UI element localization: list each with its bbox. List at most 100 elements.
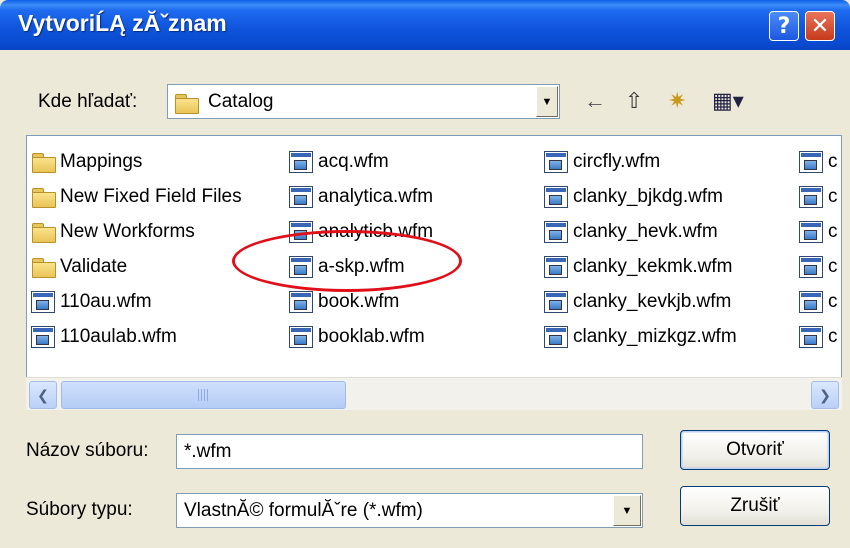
list-item[interactable]: a-skp.wfm	[289, 249, 433, 284]
scroll-left-icon[interactable]: ❮	[29, 381, 57, 409]
list-item[interactable]: clanky_kevkjb.wfm	[544, 284, 737, 319]
title-bar: VytvoriĹĄ zĂˇznam ? ✕	[0, 0, 850, 50]
list-item[interactable]: New Workforms	[31, 214, 242, 249]
folder-icon	[31, 151, 56, 173]
file-column-3: circfly.wfm clanky_bjkdg.wfm clanky_hevk.w…	[544, 144, 737, 354]
list-item-label: analytica.wfm	[318, 185, 434, 207]
list-item[interactable]: c	[799, 249, 838, 284]
form-file-icon	[31, 290, 55, 313]
close-button[interactable]: ✕	[805, 11, 835, 41]
file-type-value: VlastnĂ© formulĂˇre (*.wfm)	[184, 500, 423, 521]
folder-icon	[174, 92, 200, 114]
list-item[interactable]: c	[799, 284, 838, 319]
list-item[interactable]: acq.wfm	[289, 144, 433, 179]
list-item-label: acq.wfm	[318, 150, 389, 172]
form-file-icon	[289, 220, 313, 243]
form-file-icon	[289, 185, 313, 208]
horizontal-scrollbar[interactable]: ❮ ❯	[26, 377, 842, 410]
list-item[interactable]: c	[799, 319, 838, 354]
list-item-label: c	[828, 185, 838, 207]
list-item[interactable]: 110au.wfm	[31, 284, 242, 319]
cancel-button[interactable]: Zrušiť	[680, 486, 830, 526]
open-button[interactable]: Otvoriť	[680, 430, 830, 470]
look-in-value: Catalog	[208, 91, 274, 112]
list-item[interactable]: clanky_bjkdg.wfm	[544, 179, 737, 214]
up-folder-icon[interactable]: ⇧	[625, 88, 643, 114]
folder-icon	[31, 221, 56, 243]
list-item-label: analyticb.wfm	[318, 220, 434, 242]
list-item[interactable]: clanky_hevk.wfm	[544, 214, 737, 249]
form-file-icon	[289, 150, 313, 173]
list-item-label: clanky_mizkgz.wfm	[573, 325, 737, 347]
form-file-icon	[799, 290, 823, 313]
new-folder-icon[interactable]: ✷	[668, 88, 686, 114]
file-name-label: Názov súboru:	[26, 440, 149, 461]
form-file-icon	[799, 220, 823, 243]
form-file-icon	[799, 185, 823, 208]
list-item[interactable]: Validate	[31, 249, 242, 284]
list-item-label: c	[828, 220, 838, 242]
file-column-4: cccccc	[799, 144, 838, 354]
list-item-label: circfly.wfm	[573, 150, 661, 172]
list-item-label: 110au.wfm	[60, 290, 152, 312]
form-file-icon	[544, 150, 568, 173]
form-file-icon	[289, 255, 313, 278]
list-item[interactable]: analytica.wfm	[289, 179, 433, 214]
list-item-label: clanky_kekmk.wfm	[573, 255, 733, 277]
list-item[interactable]: clanky_kekmk.wfm	[544, 249, 737, 284]
list-item-label: c	[828, 255, 838, 277]
form-file-icon	[289, 325, 313, 348]
file-name-value: *.wfm	[184, 441, 232, 462]
form-file-icon	[544, 255, 568, 278]
list-item[interactable]: book.wfm	[289, 284, 433, 319]
window-title: VytvoriĹĄ zĂˇznam	[18, 10, 227, 36]
form-file-icon	[799, 255, 823, 278]
file-list[interactable]: Mappings New Fixed Field Files New Workfor…	[26, 135, 842, 410]
form-file-icon	[544, 325, 568, 348]
list-item-label: c	[828, 290, 838, 312]
list-item-label: New Workforms	[60, 220, 195, 242]
list-item[interactable]: Mappings	[31, 144, 242, 179]
form-file-icon	[289, 290, 313, 313]
back-icon[interactable]: ←	[584, 88, 606, 114]
form-file-icon	[799, 150, 823, 173]
list-item[interactable]: circfly.wfm	[544, 144, 737, 179]
file-type-label: Súbory typu:	[26, 499, 133, 520]
views-menu-icon[interactable]: ▦▾	[712, 88, 744, 114]
scroll-right-icon[interactable]: ❯	[811, 381, 839, 409]
chevron-down-icon[interactable]: ▼	[536, 86, 558, 117]
list-item-label: book.wfm	[318, 290, 400, 312]
form-file-icon	[544, 185, 568, 208]
list-item-label: 110aulab.wfm	[60, 325, 177, 347]
list-item[interactable]: c	[799, 179, 838, 214]
list-item-label: c	[828, 325, 838, 347]
file-name-input[interactable]: *.wfm	[176, 434, 643, 469]
help-button[interactable]: ?	[769, 11, 799, 41]
file-type-combo[interactable]: VlastnĂ© formulĂˇre (*.wfm) ▼	[176, 493, 643, 528]
file-column-2: acq.wfm analytica.wfm analyticb.wfm a-skp.w…	[289, 144, 433, 354]
scroll-thumb[interactable]	[61, 381, 346, 409]
grip-icon	[197, 389, 210, 401]
list-item-label: Validate	[60, 255, 128, 277]
list-item[interactable]: clanky_mizkgz.wfm	[544, 319, 737, 354]
folder-icon	[31, 256, 56, 278]
chevron-down-icon[interactable]: ▼	[613, 495, 641, 526]
form-file-icon	[799, 325, 823, 348]
list-item-label: c	[828, 150, 838, 172]
list-item-label: clanky_bjkdg.wfm	[573, 185, 723, 207]
list-item[interactable]: booklab.wfm	[289, 319, 433, 354]
list-item[interactable]: c	[799, 214, 838, 249]
list-item-label: Mappings	[60, 150, 143, 172]
file-column-1: Mappings New Fixed Field Files New Workfor…	[31, 144, 242, 354]
list-item[interactable]: c	[799, 144, 838, 179]
look-in-combo[interactable]: Catalog ▼	[167, 84, 560, 119]
list-item[interactable]: analyticb.wfm	[289, 214, 433, 249]
list-item[interactable]: New Fixed Field Files	[31, 179, 242, 214]
form-file-icon	[31, 325, 55, 348]
list-item[interactable]: 110aulab.wfm	[31, 319, 242, 354]
form-file-icon	[544, 220, 568, 243]
list-item-label: clanky_kevkjb.wfm	[573, 290, 732, 312]
list-item-label: clanky_hevk.wfm	[573, 220, 718, 242]
folder-icon	[31, 186, 56, 208]
list-item-label: New Fixed Field Files	[60, 185, 242, 207]
